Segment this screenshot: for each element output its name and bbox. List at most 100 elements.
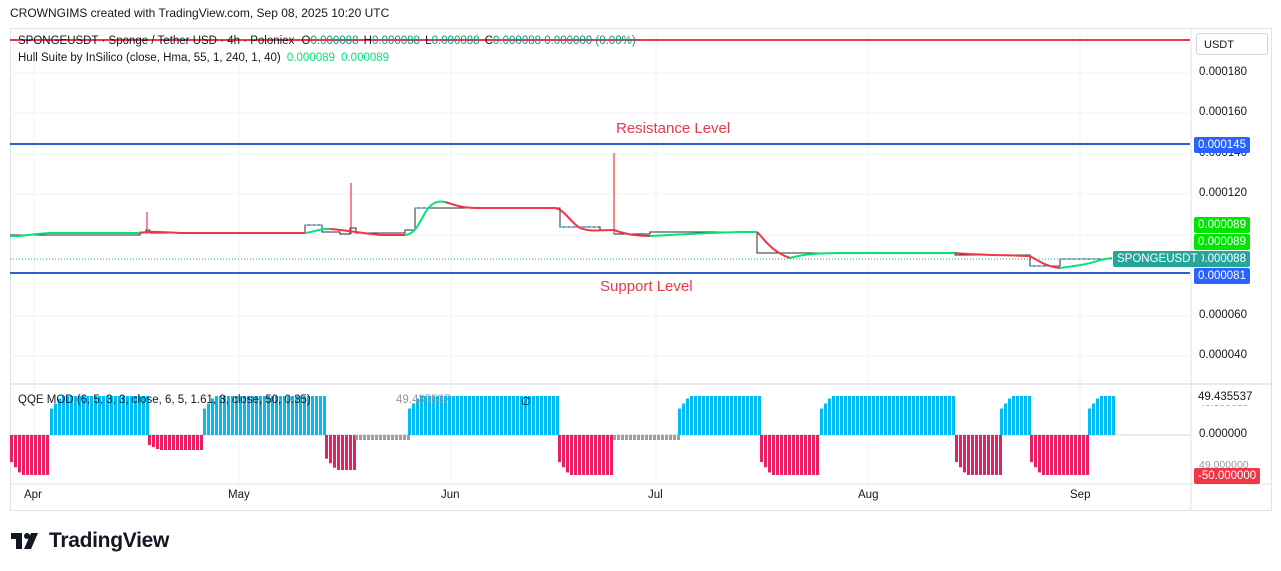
qqe-bar-up [1108,396,1111,435]
currency-selector[interactable]: USDT [1196,33,1268,55]
qqe-bar-up [860,396,863,435]
resistance-level-label[interactable]: Resistance Level [616,120,730,137]
qqe-bar-up [916,396,919,435]
qqe-bar-up [868,396,871,435]
qqe-bar-down [987,435,990,475]
symbol-legend: SPONGEUSDT · Sponge / Tether USD · 4h · … [18,35,636,47]
qqe-bar-down [1050,435,1053,475]
qqe-bar-neutral [621,435,624,440]
qqe-bar-up [920,396,923,435]
qqe-bar-neutral [403,435,406,440]
qqe-bar-down [38,435,41,475]
price-tick: 0.000120 [1199,187,1247,199]
qqe-bar-up [488,396,491,435]
qqe-bar-down [764,435,767,468]
qqe-bar-up [556,396,559,435]
qqe-bar-down [1078,435,1081,475]
qqe-bar-down [610,435,613,475]
qqe-bar-down [768,435,771,473]
qqe-bar-up [1104,396,1107,435]
qqe-bar-neutral [391,435,394,440]
qqe-bar-down [1062,435,1065,475]
qqe-bar-neutral [649,435,652,440]
qqe-bar-down [333,435,336,468]
qqe-bar-up [412,403,415,435]
qqe-bar-up [476,396,479,435]
qqe-bar-down [1054,435,1057,475]
qqe-bar-neutral [355,435,358,440]
qqe-bar-neutral [371,435,374,440]
time-tick: Aug [858,489,879,501]
tradingview-wordmark: TradingView [49,529,170,552]
qqe-bar-down [329,435,332,464]
qqe-bar-down [967,435,970,475]
qqe-bar-up [864,396,867,435]
tradingview-brand[interactable]: TradingView [11,529,169,553]
qqe-bar-up [948,396,951,435]
qqe-bar-down [800,435,803,475]
qqe-bar-up [536,396,539,435]
qqe-bar-up [1008,398,1011,435]
qqe-bar-down [18,435,21,473]
qqe-bar-down [792,435,795,475]
support-level-label[interactable]: Support Level [600,278,693,295]
qqe-bar-neutral [379,435,382,440]
qqe-bar-up [315,396,318,435]
qqe-bar-up [694,396,697,435]
qqe-bar-neutral [625,435,628,440]
close-label: C [484,35,494,47]
time-tick: May [228,489,250,501]
qqe-bar-down [772,435,775,475]
qqe-bar-up [908,396,911,435]
time-tick: Apr [24,489,42,501]
price-tick: 0.000040 [1199,349,1247,361]
qqe-bar-down [1046,435,1049,475]
qqe-bar-up [323,396,326,435]
qqe-bar-up [884,396,887,435]
qqe-bar-down [1074,435,1077,475]
qqe-bar-down [1034,435,1037,468]
qqe-bar-down [184,435,187,450]
hull-price-tag-1: 0.000089 [1194,217,1250,233]
qqe-bar-down [1030,435,1033,463]
hull-segment-down [444,201,615,232]
qqe-bar-up [408,408,411,435]
qqe-bar-down [566,435,569,473]
qqe-bar-up [540,396,543,435]
qqe-bar-up [480,396,483,435]
price-tick: 0.000180 [1199,66,1247,78]
qqe-bar-up [504,396,507,435]
qqe-indicator-label[interactable]: QQE MOD (6, 5, 3, 3, close, 6, 5, 1.61, … [18,394,311,406]
qqe-bar-neutral [617,435,620,440]
qqe-bar-up [932,396,935,435]
qqe-bar-down [955,435,958,463]
qqe-bar-neutral [367,435,370,440]
qqe-bar-down [1038,435,1041,473]
qqe-bar-up [848,396,851,435]
qqe-bar-down [586,435,589,475]
qqe-bar-down [606,435,609,475]
qqe-bar-up [54,403,57,435]
qqe-bar-up [832,396,835,435]
qqe-bar-down [780,435,783,475]
hull-indicator-label[interactable]: Hull Suite by InSilico (close, Hma, 55, … [18,52,281,64]
symbol-tag: SPONGEUSDT [1113,251,1202,267]
qqe-bar-up [722,396,725,435]
qqe-bar-up [852,396,855,435]
qqe-bar-down [353,435,356,470]
qqe-bar-neutral [665,435,668,440]
qqe-bar-up [686,398,689,435]
hull-segment-down [139,230,305,234]
osc-value-tag: 49.435537 [1194,389,1257,405]
qqe-bar-up [872,396,875,435]
qqe-bar-up [726,396,729,435]
qqe-bar-up [880,396,883,435]
qqe-bar-down [345,435,348,470]
qqe-bar-down [558,435,561,463]
close-value: 0.000088 [493,35,542,47]
qqe-bar-down [1070,435,1073,475]
high-value: 0.000088 [371,35,420,47]
qqe-bar-up [742,396,745,435]
qqe-bar-down [979,435,982,475]
qqe-bar-down [152,435,155,448]
